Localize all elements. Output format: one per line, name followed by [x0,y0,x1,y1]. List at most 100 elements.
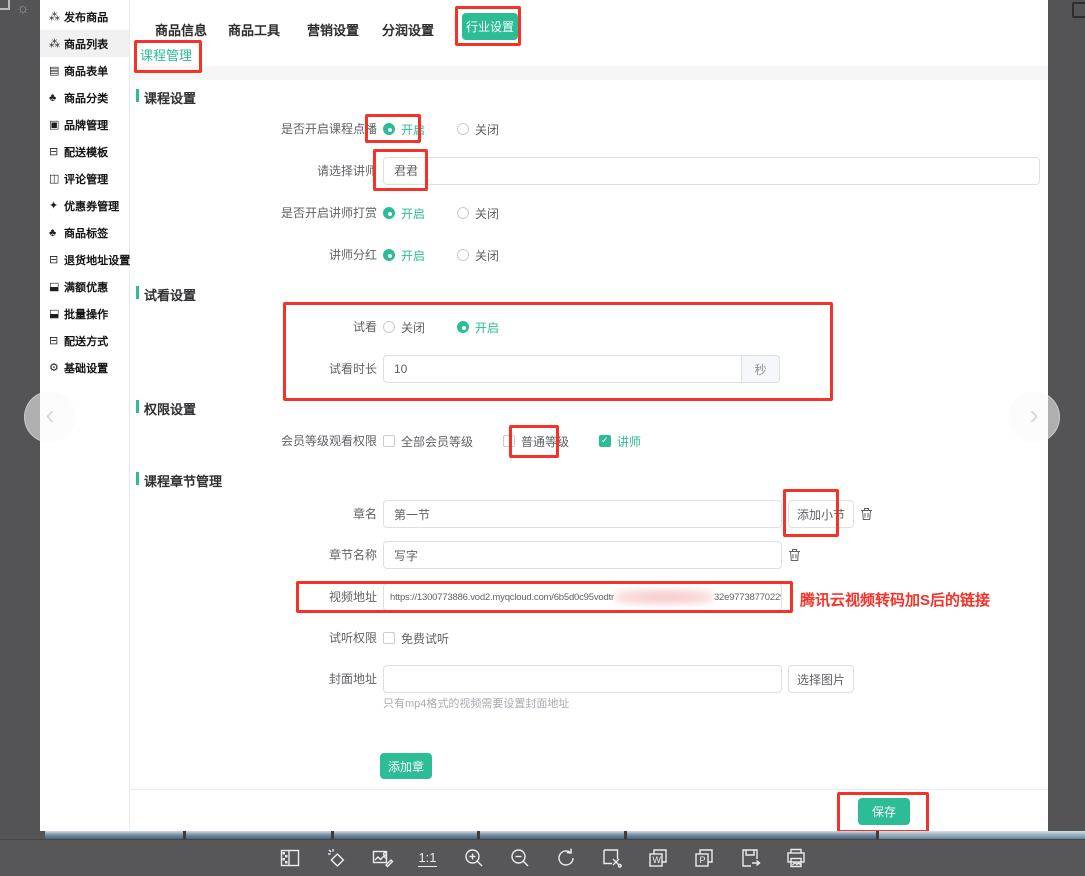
sidebar-item-5[interactable]: ⊟配送模板 [40,138,129,165]
sidebar-item-10[interactable]: ⬓满额优惠 [40,273,129,300]
sidebar-item-label: 满额优惠 [64,279,108,294]
cover-url-input[interactable] [383,665,782,693]
eraser-icon[interactable] [323,845,349,871]
add-chapter-button[interactable]: 添加章 [380,753,432,779]
sidebar-item-7[interactable]: ✦优惠券管理 [40,192,129,219]
sidebar-item-6[interactable]: ◫评论管理 [40,165,129,192]
sidebar-item-13[interactable]: ⚙基础设置 [40,354,129,381]
radio-dividend-on[interactable] [383,249,395,261]
save-as-icon[interactable] [737,845,763,871]
sidebar-item-label: 配送方式 [64,333,108,348]
print-icon[interactable] [783,845,809,871]
sidebar-item-1[interactable]: ⁂商品列表 [40,30,129,57]
tab-product-tools[interactable]: 商品工具 [228,20,280,39]
gear-icon: ⚙ [49,361,64,374]
row-trial-duration: 试看时长 秒 [130,354,1040,384]
chevron-right-icon: › [1029,401,1038,429]
radio-dividend-on-label[interactable]: 开启 [401,247,425,264]
sitemap-icon: ♣ [49,92,64,104]
subtab-course-management[interactable]: 课程管理 [140,45,192,64]
radio-trial-on-label[interactable]: 开启 [475,319,499,336]
taskbar-segment[interactable] [627,831,876,839]
sidebar-item-12[interactable]: ⊟配送方式 [40,327,129,354]
video-url-input[interactable]: https://1300773886.vod2.myqcloud.com/6b5… [383,583,782,611]
checkbox-normal-level-label[interactable]: 普通等级 [521,433,569,450]
radio-dividend-off[interactable] [457,249,469,261]
tab-profit[interactable]: 分润设置 [382,20,434,39]
convert-to-pdf-icon[interactable]: P [691,845,717,871]
add-section-button[interactable]: 添加小节 [788,500,854,528]
taskbar-segment[interactable] [186,831,331,839]
radio-reward-on[interactable] [383,207,395,219]
delete-section-icon[interactable] [788,548,801,562]
delete-chapter-icon[interactable] [860,507,873,521]
radio-dividend-off-label[interactable]: 关闭 [475,247,499,264]
radio-trial-on[interactable] [457,321,469,333]
tab-industry-settings[interactable]: 行业设置 [462,13,518,40]
brightness-icon: ☼ [16,0,30,17]
taskbar-segment[interactable] [45,831,183,839]
sidebar-item-8[interactable]: ♣商品标签 [40,219,129,246]
zoom-in-icon[interactable] [461,845,487,871]
sidebar-item-2[interactable]: ▤商品表单 [40,57,129,84]
checkbox-all-levels-label[interactable]: 全部会员等级 [401,433,473,450]
audition-label: 试听权限 [130,623,377,653]
row-dividend-toggle: 讲师分红 开启 关闭 [130,240,1040,270]
teacher-select[interactable]: 君君 [383,157,1040,185]
radio-reward-off-label[interactable]: 关闭 [475,205,499,222]
zoom-out-icon[interactable] [507,845,533,871]
next-image-button[interactable]: › [1008,391,1060,443]
tab-marketing[interactable]: 营销设置 [307,20,359,39]
radio-vod-off[interactable] [457,123,469,135]
crop-icon[interactable] [599,845,625,871]
radio-reward-on-label[interactable]: 开启 [401,205,425,222]
video-url-tail: 32e9773877022965453 [714,592,782,603]
sidebar-item-label: 基础设置 [64,360,108,375]
actual-size-icon[interactable]: 1:1 [415,845,441,871]
taskbar-segment[interactable] [879,831,1085,839]
transparency-toggle-icon[interactable] [277,845,303,871]
teacher-label: 请选择讲师 [130,156,377,186]
sidebar-item-9[interactable]: ⊟退货地址设置 [40,246,129,273]
checkbox-normal-level[interactable] [503,435,515,447]
svg-text:W: W [652,855,661,865]
convert-to-word-icon[interactable]: W [645,845,671,871]
chapter-name-input[interactable] [383,500,782,528]
radio-vod-on[interactable] [383,123,395,135]
main-content: 商品信息 商品工具 营销设置 分润设置 行业设置 课程管理 课程设置 是否开启课… [130,0,1048,831]
video-annotation-note: 腾讯云视频转码加S后的链接 [800,589,990,610]
radio-trial-off-label[interactable]: 关闭 [401,319,425,336]
checkbox-teacher[interactable] [599,435,611,447]
save-button[interactable]: 保存 [858,798,910,825]
sidebar-item-4[interactable]: ▣品牌管理 [40,111,129,138]
taskbar-segment[interactable] [334,831,477,839]
radio-vod-off-label[interactable]: 关闭 [475,121,499,138]
radio-vod-on-label[interactable]: 开启 [401,121,425,138]
radio-reward-off[interactable] [457,207,469,219]
cover-hint: 只有mp4格式的视频需要设置封面地址 [383,695,569,711]
checkbox-free-audition[interactable] [383,632,395,644]
radio-trial-off[interactable] [383,321,395,333]
prev-image-button[interactable]: ‹ [24,391,76,443]
checkbox-all-levels[interactable] [383,435,395,447]
desktop-toolbar-icon[interactable] [1072,2,1085,18]
choose-image-button[interactable]: 选择图片 [788,665,854,693]
image-edit-icon[interactable] [369,845,395,871]
checkbox-free-audition-label[interactable]: 免费试听 [401,630,449,647]
redaction-blur [614,589,714,605]
section-name-input[interactable] [383,541,782,569]
sidebar-item-3[interactable]: ♣商品分类 [40,84,129,111]
vod-label: 是否开启课程点播 [130,114,377,144]
taskbar-segment[interactable] [480,831,624,839]
section-title-course: 课程设置 [144,88,196,107]
rotate-icon[interactable] [553,845,579,871]
reward-label: 是否开启讲师打赏 [130,198,377,228]
sidebar-item-11[interactable]: ⬓批量操作 [40,300,129,327]
row-section-name: 章节名称 [130,540,1040,570]
sidebar-item-0[interactable]: ⁂发布商品 [40,3,129,30]
section-accent-bar [136,400,139,413]
tab-product-info[interactable]: 商品信息 [155,20,207,39]
trial-duration-input[interactable] [383,355,742,383]
checkbox-teacher-label[interactable]: 讲师 [617,433,641,450]
trial-duration-unit: 秒 [742,355,780,383]
